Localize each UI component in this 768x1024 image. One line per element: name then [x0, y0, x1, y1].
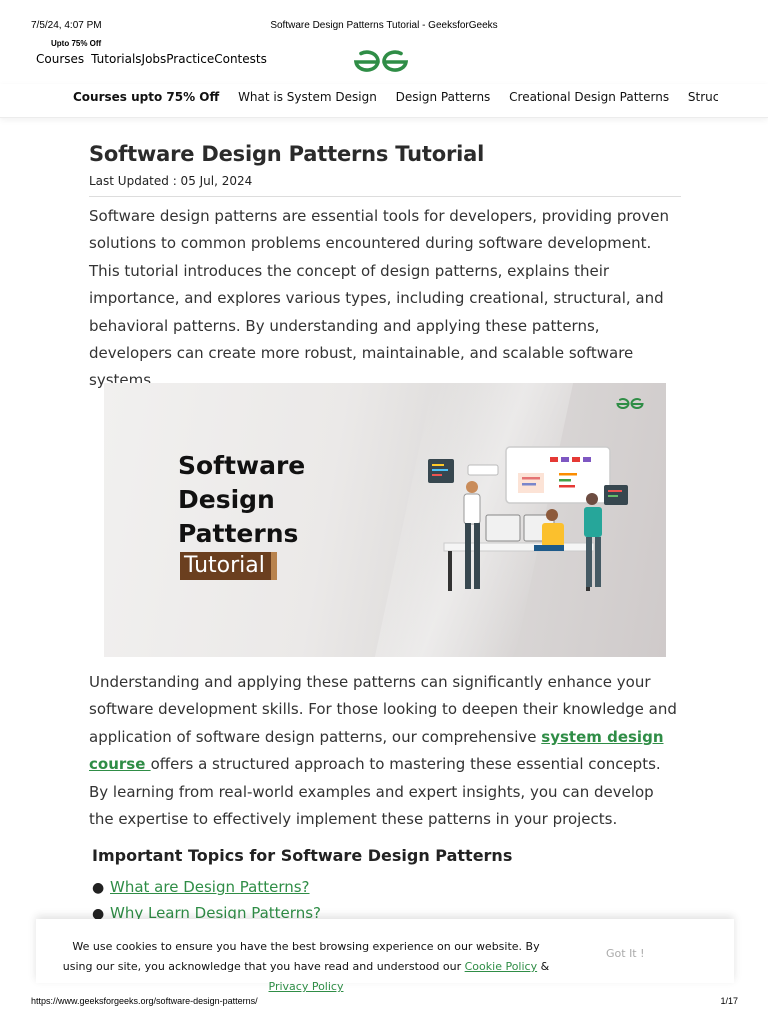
- article-title: Software Design Patterns Tutorial: [89, 142, 485, 166]
- banner-line-2: Design: [178, 485, 275, 514]
- nav-tutorials[interactable]: Tutorials: [91, 52, 141, 66]
- top-nav: Courses TutorialsJobsPracticeContests: [36, 52, 267, 66]
- topic-link-what-are[interactable]: What are Design Patterns?: [110, 878, 310, 896]
- intro-paragraph: Software design patterns are essential t…: [89, 207, 669, 390]
- course-paragraph-end: offers a structured approach to masterin…: [89, 755, 661, 829]
- article: Software Design Patterns Tutorial Last U…: [89, 142, 681, 395]
- subnav-courses-offer[interactable]: Courses upto 75% Off: [73, 90, 219, 104]
- cookie-policy-link[interactable]: Cookie Policy: [465, 960, 537, 973]
- banner-line-1: Software: [178, 451, 306, 480]
- team-illustration-icon: [428, 446, 628, 591]
- tutorial-banner-image: Software Design Patterns Tutorial: [104, 383, 666, 657]
- nav-contests[interactable]: Contests: [214, 52, 267, 66]
- cookie-accept-button[interactable]: Got It !: [606, 947, 645, 960]
- banner-line-3: Patterns: [178, 519, 299, 548]
- subnav-structural[interactable]: Structural Design Pa: [688, 90, 718, 104]
- print-page-title: Software Design Patterns Tutorial - Geek…: [270, 20, 498, 31]
- subnav-system-design[interactable]: What is System Design: [238, 90, 377, 104]
- promo-label: Upto 75% Off: [51, 39, 102, 48]
- list-item: ● What are Design Patterns?: [92, 876, 321, 902]
- subnav-creational[interactable]: Creational Design Patterns: [509, 90, 669, 104]
- sub-nav-bar: Courses upto 75% Off What is System Desi…: [0, 84, 768, 118]
- privacy-policy-link[interactable]: Privacy Policy: [269, 980, 344, 993]
- nav-jobs[interactable]: Jobs: [142, 52, 167, 66]
- gfg-logo-small-icon: [616, 398, 644, 410]
- nav-practice[interactable]: Practice: [166, 52, 214, 66]
- nav-courses[interactable]: Courses: [36, 52, 84, 66]
- banner-tag: Tutorial: [180, 552, 277, 580]
- topics-heading: Important Topics for Software Design Pat…: [92, 846, 513, 865]
- last-updated: Last Updated : 05 Jul, 2024: [89, 174, 681, 197]
- cookie-text: We use cookies to ensure you have the be…: [56, 937, 556, 997]
- subnav-design-patterns[interactable]: Design Patterns: [396, 90, 491, 104]
- banner-title: Software Design Patterns: [178, 449, 305, 551]
- cookie-banner: We use cookies to ensure you have the be…: [36, 919, 734, 993]
- cookie-amp: &: [537, 960, 550, 973]
- print-page-number: 1/17: [720, 996, 738, 1006]
- print-header: 7/5/24, 4:07 PM Software Design Patterns…: [0, 20, 768, 34]
- gfg-logo-icon[interactable]: [353, 49, 409, 75]
- bullet-icon: ●: [92, 880, 105, 896]
- print-url: https://www.geeksforgeeks.org/software-d…: [31, 996, 258, 1006]
- course-paragraph: Understanding and applying these pattern…: [89, 669, 681, 833]
